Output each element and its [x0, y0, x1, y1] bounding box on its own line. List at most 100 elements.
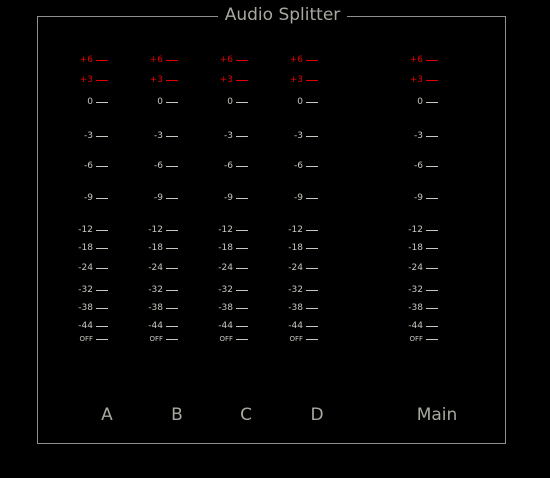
- scale-tick: -32: [408, 284, 438, 296]
- scale-tick-line: [166, 101, 178, 103]
- scale-tick-line: [426, 101, 438, 103]
- scale-tick-line: [426, 247, 438, 249]
- scale-tick-line: [236, 165, 248, 167]
- scale-tick: -6: [294, 160, 318, 172]
- scale-label: -18: [78, 243, 93, 253]
- scale-label: -6: [84, 161, 93, 171]
- scale-tick: -38: [218, 302, 248, 314]
- scale-label: -12: [288, 225, 303, 235]
- scale-tick-line: [96, 59, 108, 61]
- scale-label: 0: [227, 97, 233, 107]
- scale-tick-line: [306, 307, 318, 309]
- scale-label: -32: [288, 285, 303, 295]
- scale-tick: +3: [150, 74, 178, 86]
- scale-label: -6: [294, 161, 303, 171]
- scale-label: -9: [154, 193, 163, 203]
- scale-label: +3: [149, 75, 163, 85]
- scale-tick-line: [96, 325, 108, 327]
- scale-tick: -32: [288, 284, 318, 296]
- scale-label: -24: [408, 263, 423, 273]
- scale-tick: -12: [408, 224, 438, 236]
- scale-tick: -44: [78, 320, 108, 332]
- scale-tick-line: [96, 289, 108, 291]
- scale-tick-line: [166, 267, 178, 269]
- scale-label: -24: [148, 263, 163, 273]
- scale-tick-line: [306, 247, 318, 249]
- scale-tick: -24: [78, 262, 108, 274]
- scale-tick-line: [306, 135, 318, 137]
- scale-label: -9: [414, 193, 423, 203]
- scale-tick-line: [426, 59, 438, 61]
- scale-label: -38: [408, 303, 423, 313]
- scale-label: -6: [224, 161, 233, 171]
- scale-label: -9: [224, 193, 233, 203]
- scale-tick: -44: [148, 320, 178, 332]
- scale-label: -44: [218, 321, 233, 331]
- scale-tick-line: [96, 197, 108, 199]
- scale-tick: +3: [80, 74, 108, 86]
- scale-label: -12: [408, 225, 423, 235]
- scale-tick: 0: [227, 96, 248, 108]
- scale-tick-line: [166, 79, 178, 81]
- scale-tick: -12: [218, 224, 248, 236]
- scale-label: -6: [414, 161, 423, 171]
- scale-tick: 0: [297, 96, 318, 108]
- scale-label: OFF: [149, 335, 163, 343]
- scale-tick-line: [166, 289, 178, 291]
- scale-tick: -12: [78, 224, 108, 236]
- scale-tick-line: [236, 289, 248, 291]
- scale-tick-line: [426, 79, 438, 81]
- scale-tick: +6: [80, 54, 108, 66]
- scale-tick: +6: [150, 54, 178, 66]
- scale-label: -3: [294, 131, 303, 141]
- scale-tick-line: [306, 197, 318, 199]
- scale-tick-line: [166, 307, 178, 309]
- scale-tick-line: [306, 267, 318, 269]
- scale-tick: -9: [414, 192, 438, 204]
- scale-label: +6: [219, 55, 233, 65]
- scale-label: -12: [148, 225, 163, 235]
- scale-tick: -3: [294, 130, 318, 142]
- scale-label: -38: [218, 303, 233, 313]
- scale-tick-line: [166, 229, 178, 231]
- scale-tick: -9: [294, 192, 318, 204]
- scale-tick: -32: [218, 284, 248, 296]
- channel-label-d: D: [310, 405, 324, 425]
- scale-tick: -12: [148, 224, 178, 236]
- scale-tick-line: [426, 267, 438, 269]
- scale-tick-line: [236, 307, 248, 309]
- scale-tick-line: [236, 247, 248, 249]
- scale-tick: -3: [224, 130, 248, 142]
- scale-label: -18: [288, 243, 303, 253]
- scale-label: -18: [218, 243, 233, 253]
- scale-tick-line: [426, 229, 438, 231]
- scale-tick-line: [166, 59, 178, 61]
- scale-tick: +3: [290, 74, 318, 86]
- scale-label: +3: [79, 75, 93, 85]
- scale-label: -38: [288, 303, 303, 313]
- scale-label: -3: [414, 131, 423, 141]
- scale-tick: -6: [414, 160, 438, 172]
- scale-label: -38: [148, 303, 163, 313]
- scale-label: +6: [79, 55, 93, 65]
- scale-label: OFF: [409, 335, 423, 343]
- scale-tick-line: [306, 165, 318, 167]
- scale-tick: -32: [148, 284, 178, 296]
- scale-tick-line: [236, 197, 248, 199]
- scale-label: -18: [408, 243, 423, 253]
- scale-label: -24: [288, 263, 303, 273]
- scale-tick: -24: [148, 262, 178, 274]
- scale-tick-line: [236, 229, 248, 231]
- scale-tick-line: [96, 307, 108, 309]
- scale-tick: OFF: [289, 333, 318, 345]
- scale-tick: -6: [154, 160, 178, 172]
- scale-tick-line: [306, 289, 318, 291]
- scale-label: -44: [288, 321, 303, 331]
- scale-label: -32: [148, 285, 163, 295]
- scale-label: 0: [297, 97, 303, 107]
- scale-tick-line: [306, 79, 318, 81]
- scale-tick: -38: [78, 302, 108, 314]
- scale-tick: -3: [84, 130, 108, 142]
- scale-tick-line: [166, 165, 178, 167]
- scale-tick: -38: [408, 302, 438, 314]
